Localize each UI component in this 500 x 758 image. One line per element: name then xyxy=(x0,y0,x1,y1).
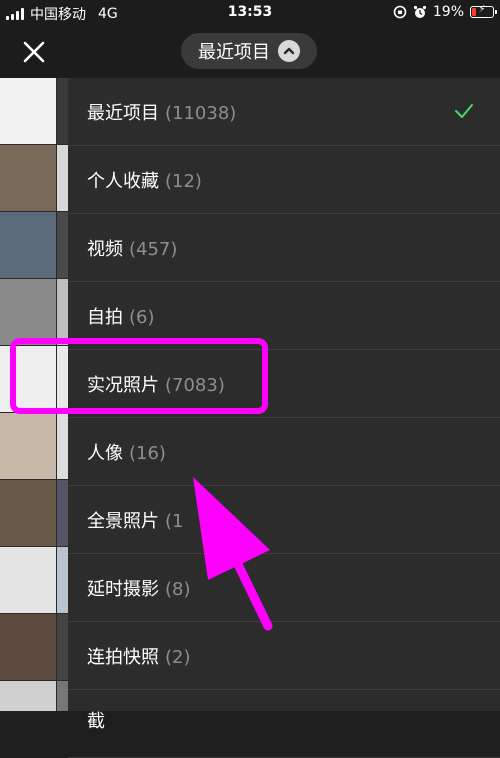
annotation-arrow-icon xyxy=(193,477,273,631)
